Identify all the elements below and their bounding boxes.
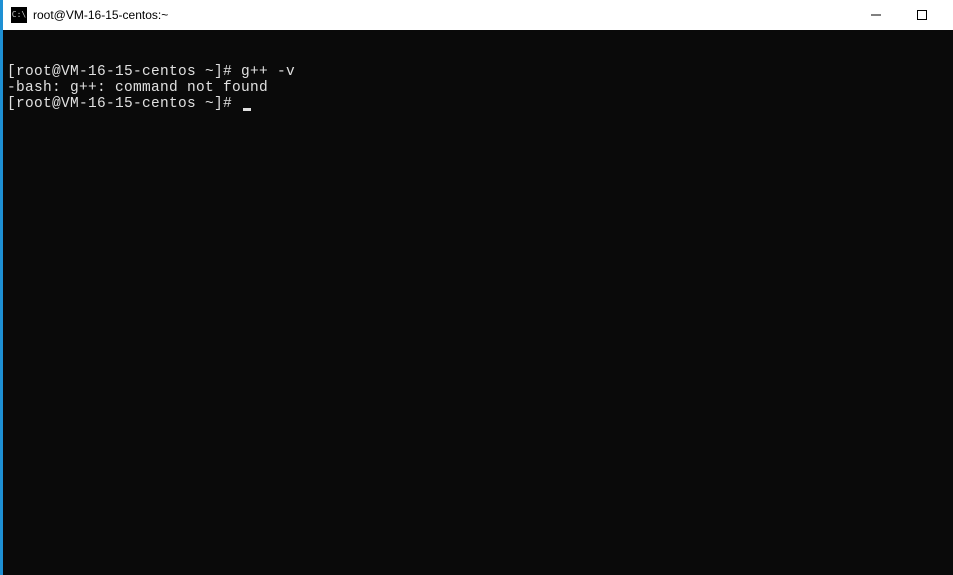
cursor — [243, 108, 251, 111]
command-text: g++ -v — [241, 64, 295, 80]
window-title: root@VM-16-15-centos:~ — [33, 8, 853, 22]
output-text: -bash: g++: command not found — [7, 80, 268, 96]
terminal-line: [root@VM-16-15-centos ~]# — [7, 96, 949, 112]
prompt: [root@VM-16-15-centos ~]# — [7, 64, 241, 80]
maximize-button[interactable] — [899, 0, 945, 30]
window-controls — [853, 0, 945, 30]
titlebar: C:\ root@VM-16-15-centos:~ — [3, 0, 953, 30]
terminal-body[interactable]: [root@VM-16-15-centos ~]# g++ -v-bash: g… — [3, 30, 953, 575]
console-icon: C:\ — [11, 7, 27, 23]
terminal-line: [root@VM-16-15-centos ~]# g++ -v — [7, 64, 949, 80]
prompt: [root@VM-16-15-centos ~]# — [7, 96, 241, 112]
maximize-icon — [917, 10, 927, 20]
terminal-window: C:\ root@VM-16-15-centos:~ [root@VM-16-1… — [0, 0, 953, 575]
minimize-icon — [871, 10, 881, 20]
terminal-line: -bash: g++: command not found — [7, 80, 949, 96]
minimize-button[interactable] — [853, 0, 899, 30]
